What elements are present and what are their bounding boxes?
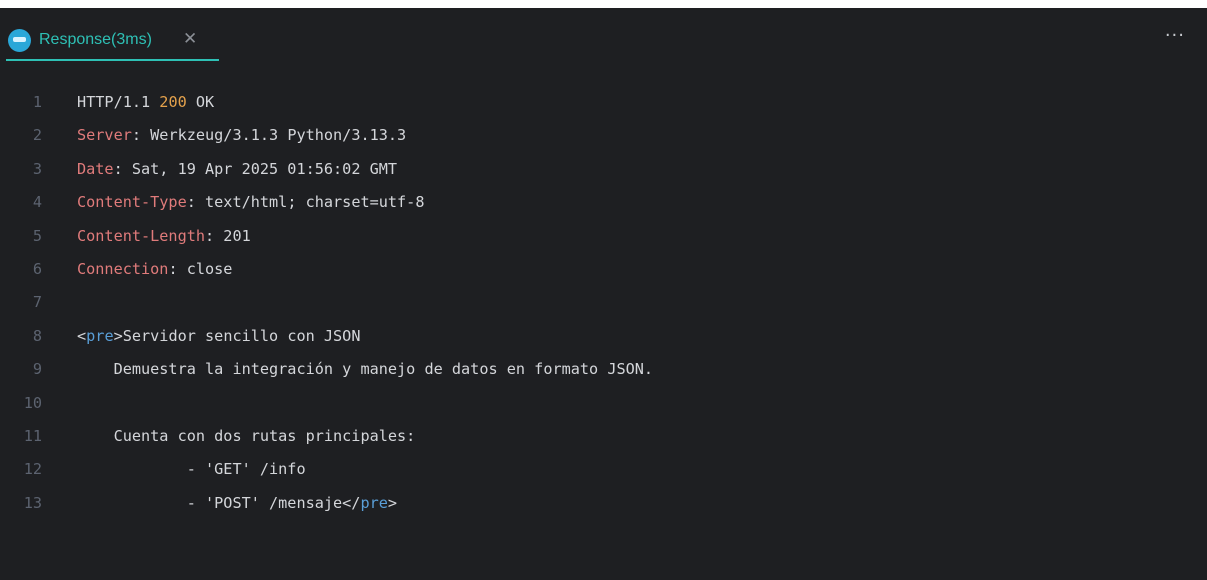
code-line: 5 Content-Length: 201 (0, 220, 1207, 253)
code-token: : close (168, 259, 233, 278)
code-text: Connection: close (77, 253, 232, 286)
header-name: Date (77, 159, 114, 178)
code-text: <pre>Servidor sencillo con JSON (77, 320, 360, 353)
line-number: 11 (23, 426, 42, 445)
html-tag-name: pre (360, 493, 388, 512)
code-token: Demuestra la integración y manejo de dat… (77, 360, 654, 379)
status-code: 200 (159, 93, 187, 111)
line-number: 3 (32, 159, 42, 178)
line-number: 10 (23, 393, 42, 412)
line-number: 1 (32, 93, 42, 111)
code-token: >Servidor sencillo con JSON (113, 326, 361, 345)
tab-bar: Response(3ms) ✕ ··· (0, 8, 1207, 61)
code-line: 11 Cuenta con dos rutas principales: (0, 420, 1207, 453)
code-text: Demuestra la integración y manejo de dat… (77, 353, 654, 386)
code-token: : 201 (205, 226, 251, 245)
code-line: 7 (0, 286, 1207, 319)
active-tab-indicator (6, 59, 219, 61)
header-name: Content-Length (77, 226, 206, 245)
header-name: Server (77, 126, 132, 145)
code-token: OK (186, 93, 215, 111)
code-token: > (387, 493, 398, 512)
line-number: 9 (32, 360, 42, 379)
code-line: 3 Date: Sat, 19 Apr 2025 01:56:02 GMT (0, 153, 1207, 186)
line-number: 7 (32, 293, 42, 312)
header-name: Content-Type (77, 193, 187, 212)
code-token: HTTP/1.1 (77, 93, 160, 111)
code-token: - 'GET' /info (77, 460, 306, 479)
code-line: 10 (0, 387, 1207, 420)
code-token: < (77, 326, 87, 345)
line-number: 5 (32, 226, 42, 245)
code-text: HTTP/1.1 200 OK (77, 86, 214, 119)
code-line: 13 - 'POST' /mensaje</pre> (0, 487, 1207, 520)
code-line: 9 Demuestra la integración y manejo de d… (0, 353, 1207, 386)
code-token: : Sat, 19 Apr 2025 01:56:02 GMT (113, 159, 398, 178)
code-line: 2 Server: Werkzeug/3.1.3 Python/3.13.3 (0, 119, 1207, 152)
line-number: 6 (32, 259, 42, 278)
response-editor[interactable]: 1 HTTP/1.1 200 OK 2 Server: Werkzeug/3.1.3 … (0, 86, 1207, 520)
html-tag-name: pre (86, 326, 114, 345)
code-line: 1 HTTP/1.1 200 OK (0, 86, 1207, 119)
code-text: Server: Werkzeug/3.1.3 Python/3.13.3 (77, 119, 406, 152)
code-line: 4 Content-Type: text/html; charset=utf-8 (0, 186, 1207, 219)
code-text: - 'POST' /mensaje</pre> (77, 487, 397, 520)
code-text: Content-Type: text/html; charset=utf-8 (77, 186, 424, 219)
code-line: 6 Connection: close (0, 253, 1207, 286)
close-icon[interactable]: ✕ (183, 28, 197, 50)
tab-response[interactable]: Response(3ms) ✕ (0, 8, 219, 61)
code-text: Date: Sat, 19 Apr 2025 01:56:02 GMT (77, 153, 397, 186)
line-number: 12 (23, 460, 42, 479)
line-number: 13 (23, 493, 42, 512)
code-token: Cuenta con dos rutas principales: (77, 426, 416, 445)
rest-client-icon (8, 29, 31, 52)
code-line: 8 <pre>Servidor sencillo con JSON (0, 320, 1207, 353)
more-actions-icon[interactable]: ··· (1165, 26, 1185, 46)
code-token: : Werkzeug/3.1.3 Python/3.13.3 (131, 126, 407, 145)
line-number: 2 (32, 126, 42, 145)
code-text: Content-Length: 201 (77, 220, 251, 253)
tab-label: Response(3ms) (39, 31, 152, 48)
line-number: 4 (32, 193, 42, 212)
code-token: - 'POST' /mensaje</ (77, 493, 361, 512)
code-text: - 'GET' /info (77, 453, 306, 486)
code-line: 12 - 'GET' /info (0, 453, 1207, 486)
line-number: 8 (32, 326, 42, 345)
code-token: : text/html; charset=utf-8 (186, 193, 425, 212)
response-panel: Response(3ms) ✕ ··· 1 HTTP/1.1 200 OK 2 Ser… (0, 8, 1207, 580)
code-text: Cuenta con dos rutas principales: (77, 420, 416, 453)
header-name: Connection (77, 259, 169, 278)
